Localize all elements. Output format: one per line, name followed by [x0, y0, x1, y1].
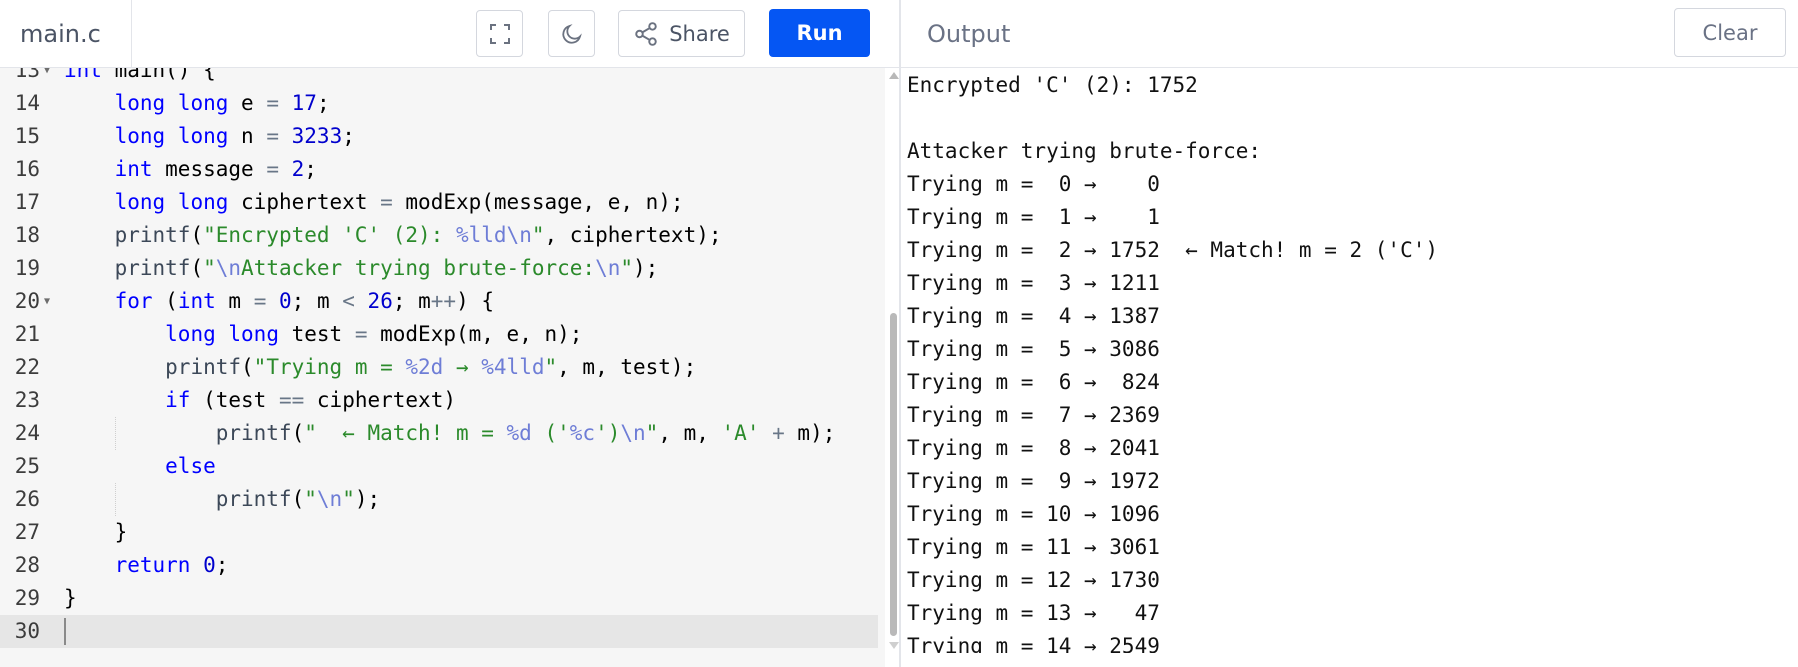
code-text: } — [64, 586, 77, 610]
output-line: Trying m = 0 → 0 — [907, 172, 1160, 196]
code-text: long long e = 17; — [114, 91, 330, 115]
code-text: printf(" ← Match! m = %d ('%c')\n", m, '… — [215, 421, 836, 445]
output-line: Attacker trying brute-force: — [907, 139, 1262, 163]
output-line: Trying m = 10 → 1096 — [907, 502, 1160, 526]
code-text: } — [64, 520, 128, 544]
line-number: 26 — [14, 487, 40, 511]
output-line: Trying m = 7 → 2369 — [907, 403, 1160, 427]
output-line: Trying m = 14 → 2549 — [907, 634, 1160, 653]
output-line: Trying m = 3 → 1211 — [907, 271, 1160, 295]
line-number: 22 — [14, 355, 40, 379]
code-line[interactable]: 29} — [0, 582, 878, 615]
fold-arrow-icon[interactable]: ▼ — [44, 68, 50, 87]
code-text: printf("Encrypted 'C' (2): %lld\n", ciph… — [114, 223, 722, 247]
code-line[interactable]: 28 return 0; — [0, 549, 878, 582]
output-line: Trying m = 5 → 3086 — [907, 337, 1160, 361]
line-number: 30 — [14, 619, 40, 643]
output-line: Encrypted 'C' (2): 1752 — [907, 73, 1198, 97]
line-number: 15 — [14, 124, 40, 148]
line-number: 21 — [14, 322, 40, 346]
code-text: for (int m = 0; m < 26; m++) { — [114, 289, 495, 313]
line-number: 19 — [14, 256, 40, 280]
moon-icon — [561, 23, 582, 44]
fullscreen-button[interactable] — [476, 10, 523, 57]
code-text: long long test = modExp(m, e, n); — [165, 322, 583, 346]
code-text: long long ciphertext = modExp(message, e… — [114, 190, 684, 214]
line-number: 27 — [14, 520, 40, 544]
clear-button[interactable]: Clear — [1674, 8, 1786, 57]
output-line: Trying m = 12 → 1730 — [907, 568, 1160, 592]
code-line[interactable]: 14 long long e = 17; — [0, 87, 878, 120]
fold-arrow-icon[interactable]: ▼ — [44, 285, 50, 318]
code-editor[interactable]: 13 ▼ int main() {14 long long e = 17; 15 lo… — [0, 68, 885, 667]
share-icon — [635, 21, 657, 46]
code-text: int main() { — [64, 68, 216, 82]
fullscreen-icon — [489, 23, 510, 44]
output-line: Trying m = 6 → 824 — [907, 370, 1160, 394]
output-line: Trying m = 4 → 1387 — [907, 304, 1160, 328]
output-line: Trying m = 13 → 47 — [907, 601, 1160, 625]
line-number: 18 — [14, 223, 40, 247]
code-line[interactable]: 19 printf("\nAttacker trying brute-force… — [0, 252, 878, 285]
code-line[interactable]: 15 long long n = 3233; — [0, 120, 878, 153]
code-line[interactable]: 25 else — [0, 450, 878, 483]
output-header: Output Clear — [901, 0, 1798, 68]
share-label: Share — [669, 21, 730, 46]
output-line: Trying m = 9 → 1972 — [907, 469, 1160, 493]
code-text: printf("Trying m = %2d → %4lld", m, test… — [165, 355, 697, 379]
line-number: 23 — [14, 388, 40, 412]
code-line[interactable]: 23 if (test == ciphertext) — [0, 384, 878, 417]
editor-scrollbar[interactable] — [888, 68, 900, 667]
line-number: 16 — [14, 157, 40, 181]
code-line[interactable]: 30 — [0, 615, 878, 648]
line-number: 25 — [14, 454, 40, 478]
line-number: 14 — [14, 91, 40, 115]
scroll-up-arrow-icon[interactable] — [889, 72, 899, 79]
line-number: 20 — [14, 289, 40, 313]
line-number: 24 — [14, 421, 40, 445]
text-cursor — [64, 618, 66, 645]
output-line: Trying m = 1 → 1 — [907, 205, 1160, 229]
output-line: Trying m = 11 → 3061 — [907, 535, 1160, 559]
code-line[interactable]: 18 printf("Encrypted 'C' (2): %lld\n", c… — [0, 219, 878, 252]
share-button[interactable]: Share — [618, 10, 745, 57]
code-text: else — [165, 454, 216, 478]
code-line[interactable]: 17 long long ciphertext = modExp(message… — [0, 186, 878, 219]
output-line: Trying m = 8 → 2041 — [907, 436, 1160, 460]
line-number: 13 — [14, 68, 40, 82]
scroll-down-arrow-icon[interactable] — [889, 642, 899, 649]
code-line[interactable]: 24 printf(" ← Match! m = %d ('%c')\n", m… — [0, 417, 878, 450]
code-text: return 0; — [114, 553, 229, 577]
editor-header: main.c Share Run — [0, 0, 900, 68]
code-text: int message = 2; — [114, 157, 317, 181]
file-tab[interactable]: main.c — [0, 0, 132, 68]
code-line[interactable]: 22 printf("Trying m = %2d → %4lld", m, t… — [0, 351, 878, 384]
code-line[interactable]: 27 } — [0, 516, 878, 549]
code-line[interactable]: 26 printf("\n"); — [0, 483, 878, 516]
code-line[interactable]: 21 long long test = modExp(m, e, n); — [0, 318, 878, 351]
code-text: if (test == ciphertext) — [165, 388, 456, 412]
theme-toggle-button[interactable] — [548, 10, 595, 57]
code-line[interactable]: 20 ▼ for (int m = 0; m < 26; m++) { — [0, 285, 878, 318]
code-text: printf("\nAttacker trying brute-force:\n… — [114, 256, 659, 280]
output-line: Trying m = 2 → 1752 ← Match! m = 2 ('C') — [907, 238, 1439, 262]
line-number: 28 — [14, 553, 40, 577]
code-line[interactable]: 16 int message = 2; — [0, 153, 878, 186]
scrollbar-thumb[interactable] — [890, 313, 897, 636]
line-number: 29 — [14, 586, 40, 610]
code-text: long long n = 3233; — [114, 124, 355, 148]
code-line[interactable]: 13 ▼ int main() { — [0, 68, 878, 87]
code-text: printf("\n"); — [215, 487, 381, 511]
output-title: Output — [927, 20, 1011, 48]
line-number: 17 — [14, 190, 40, 214]
run-button[interactable]: Run — [769, 9, 870, 57]
output-console: Encrypted 'C' (2): 1752 Attacker trying b… — [901, 68, 1798, 653]
